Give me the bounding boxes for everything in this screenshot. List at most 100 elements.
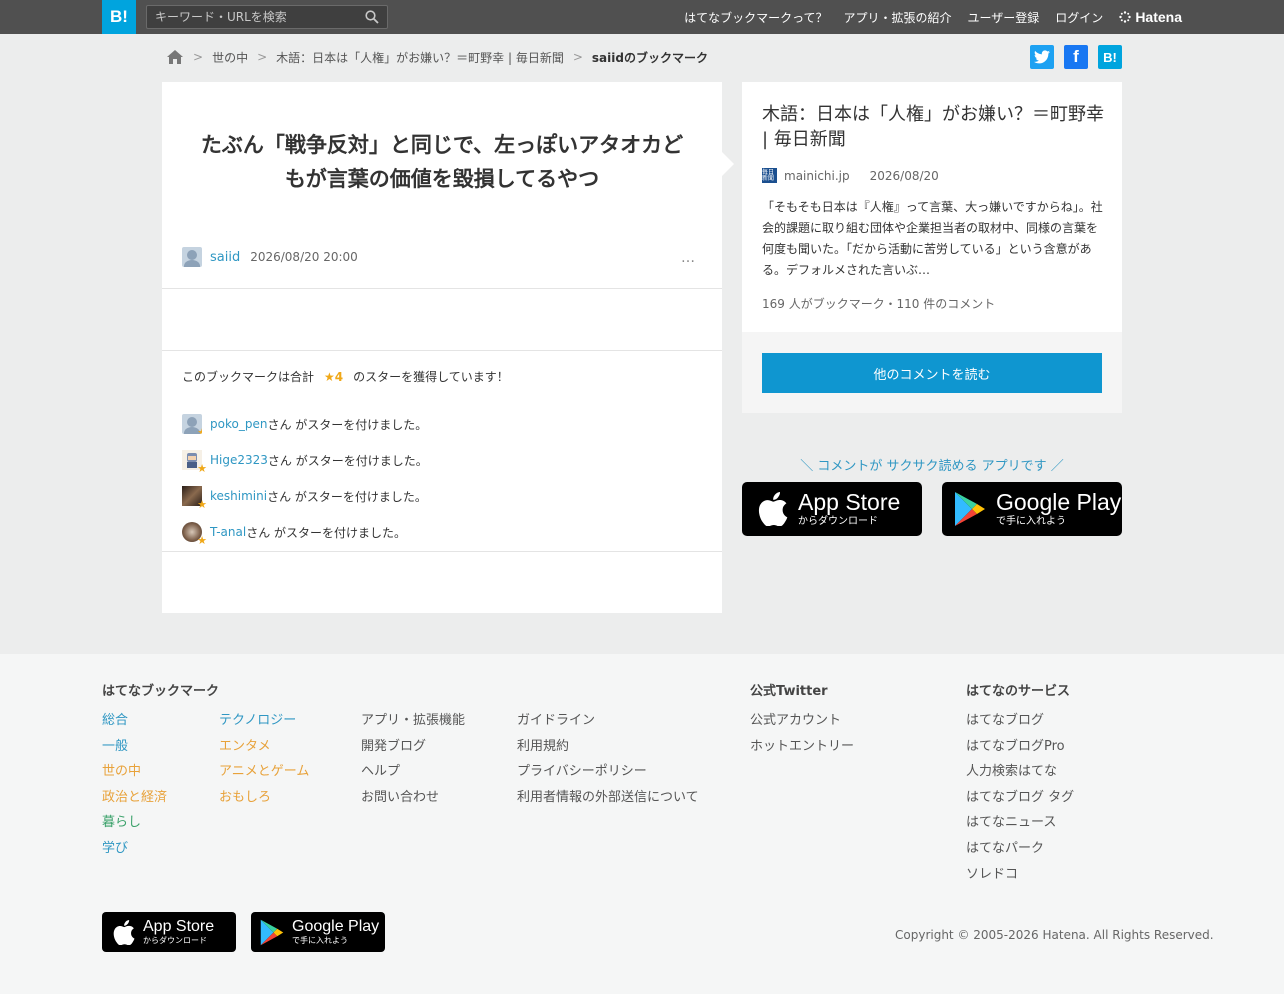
footer-link[interactable]: ホットエントリー	[750, 737, 854, 763]
footer-bookmark-col3: アプリ・拡張機能 開発ブログ ヘルプ お問い合わせ	[361, 711, 465, 813]
footer-category-link[interactable]: テクノロジー	[219, 711, 309, 737]
footer-link[interactable]: 利用者情報の外部送信について	[517, 788, 699, 814]
nav-about[interactable]: はてなブックマークって？	[684, 9, 827, 26]
apple-icon	[113, 919, 135, 945]
search-box	[146, 5, 388, 29]
search-icon[interactable]	[365, 10, 379, 24]
footer-category-link[interactable]: 学び	[102, 839, 219, 865]
googleplay-title: Google Play	[292, 918, 380, 935]
footer-category-link[interactable]: 政治と経済	[102, 788, 219, 814]
google-play-icon	[260, 919, 284, 945]
hatena-share-button[interactable]: B!	[1098, 45, 1122, 69]
nav-signup[interactable]: ユーザー登録	[968, 9, 1040, 26]
breadcrumb-category[interactable]: 世の中	[212, 49, 248, 66]
entry-info: 木語：日本は「人権」がお嫌い？＝町野幸 | 毎日新聞 毎日新聞 mainichi…	[742, 82, 1122, 332]
star-username[interactable]: poko_pen	[210, 417, 267, 431]
googleplay-title: Google Play	[996, 489, 1122, 515]
more-options-icon[interactable]: …	[681, 250, 696, 266]
hatena-bookmark-logo[interactable]: B!	[102, 0, 136, 34]
footer-category-link[interactable]: エンタメ	[219, 737, 309, 763]
home-icon[interactable]	[166, 49, 184, 65]
footer-category-link[interactable]: 世の中	[102, 762, 219, 788]
star-user-avatar[interactable]: ★	[182, 450, 207, 475]
footer-app-store-badge[interactable]: App Store からダウンロード	[102, 912, 236, 952]
facebook-share-button[interactable]: f	[1064, 45, 1088, 69]
header-nav: はてなブックマークって？ アプリ・拡張の紹介 ユーザー登録 ログイン Haten…	[668, 0, 1182, 34]
entry-stats[interactable]: 169 人がブックマーク・110 件のコメント	[762, 295, 995, 312]
stars-prefix: このブックマークは合計	[182, 370, 315, 384]
appstore-title: App Store	[143, 918, 215, 935]
footer-category-link[interactable]: 総合	[102, 711, 219, 737]
bookmark-datetime[interactable]: 2026/08/20 20:00	[250, 250, 358, 264]
star-user-avatar[interactable]: ★	[182, 486, 207, 511]
googleplay-subtitle: で手に入れよう	[996, 516, 1066, 527]
google-play-badge[interactable]: Google Play で手に入れよう	[942, 482, 1122, 536]
footer-bookmark-col1: はてなブックマーク 総合 一般 世の中 政治と経済 暮らし 学び	[102, 680, 219, 865]
footer-services-heading: はてなのサービス	[966, 684, 1071, 699]
entry-description: 「そもそも日本は『人権』って言葉、大っ嫌いですからね」。社会的課題に取り組む団体…	[762, 200, 1103, 277]
star-username[interactable]: Hige2323	[210, 453, 268, 467]
footer-link[interactable]: 開発ブログ	[361, 737, 465, 763]
footer-link[interactable]: ガイドライン	[517, 711, 699, 737]
star-user-avatar[interactable]: ★	[182, 522, 207, 547]
nav-login[interactable]: ログイン	[1055, 9, 1103, 26]
star-item: ★ T-anal さん がスターを付けました。	[182, 514, 428, 550]
footer-link[interactable]: ソレドコ	[966, 865, 1074, 891]
divider	[162, 350, 722, 351]
app-store-badge[interactable]: App Store からダウンロード	[742, 482, 922, 536]
footer-link[interactable]: はてなパーク	[966, 839, 1074, 865]
read-comments-button[interactable]: 他のコメントを読む	[762, 353, 1102, 393]
star-list: ★ poko_pen さん がスターを付けました。 ★ Hige2323 さん …	[182, 406, 428, 550]
appstore-title: App Store	[798, 489, 901, 515]
bookmark-username[interactable]: saiid	[210, 250, 240, 265]
footer-services-col: はてなのサービス はてなブログ はてなブログPro 人力検索はてな はてなブログ…	[966, 680, 1074, 890]
divider	[162, 551, 722, 552]
footer-category-link[interactable]: 暮らし	[102, 813, 219, 839]
footer-link[interactable]: アプリ・拡張機能	[361, 711, 465, 737]
entry-meta: 毎日新聞 mainichi.jp 2026/08/20	[762, 168, 939, 183]
footer-google-play-badge[interactable]: Google Play で手に入れよう	[251, 912, 385, 952]
entry-date: 2026/08/20	[869, 168, 939, 183]
star-item: ★ Hige2323 さん がスターを付けました。	[182, 442, 428, 478]
footer-link[interactable]: プライバシーポリシー	[517, 762, 699, 788]
share-buttons: f B!	[1020, 45, 1122, 69]
entry-domain[interactable]: mainichi.jp	[784, 169, 850, 183]
footer: はてなブックマーク 総合 一般 世の中 政治と経済 暮らし 学び テクノロジー …	[0, 654, 1284, 994]
footer-link[interactable]: お問い合わせ	[361, 788, 465, 814]
googleplay-subtitle: で手に入れよう	[292, 936, 348, 945]
star-username[interactable]: T-anal	[210, 525, 246, 539]
stars-summary: このブックマークは合計 ★4 のスターを獲得しています！	[182, 368, 509, 385]
top-header: B! はてなブックマークって？ アプリ・拡張の紹介 ユーザー登録 ログイン Ha…	[0, 0, 1284, 34]
footer-link[interactable]: 利用規約	[517, 737, 699, 763]
footer-link[interactable]: はてなブログ	[966, 711, 1074, 737]
footer-category-link[interactable]: おもしろ	[219, 788, 309, 814]
footer-bookmark-heading: はてなブックマーク	[102, 684, 220, 699]
star-user-avatar[interactable]: ★	[182, 414, 202, 434]
footer-link[interactable]: ヘルプ	[361, 762, 465, 788]
footer-category-link[interactable]: アニメとゲーム	[219, 762, 309, 788]
chevron-right-icon: >	[572, 50, 583, 64]
twitter-share-button[interactable]	[1030, 45, 1054, 69]
nav-apps[interactable]: アプリ・拡張の紹介	[844, 9, 952, 26]
footer-twitter-heading: 公式Twitter	[750, 684, 828, 699]
footer-link[interactable]: はてなニュース	[966, 813, 1074, 839]
footer-link[interactable]: 公式アカウント	[750, 711, 854, 737]
hatena-logo[interactable]: Hatena	[1119, 9, 1182, 25]
hatena-logo-text: Hatena	[1135, 9, 1182, 25]
search-input[interactable]	[147, 6, 357, 28]
footer-link[interactable]: 人力検索はてな	[966, 762, 1074, 788]
bookmark-user-row: saiid 2026/08/20 20:00 …	[182, 246, 702, 268]
star-icon: ★	[197, 462, 207, 475]
footer-link[interactable]: はてなブログ タグ	[966, 788, 1074, 814]
star-icon: ★	[197, 498, 207, 511]
star-action-text: さん がスターを付けました。	[267, 453, 428, 468]
stars-suffix: のスターを獲得しています！	[353, 370, 509, 384]
footer-link[interactable]: はてなブログPro	[966, 737, 1074, 763]
card-pointer	[722, 152, 734, 176]
star-username[interactable]: keshimini	[210, 489, 267, 503]
breadcrumb-entry[interactable]: 木語：日本は「人権」がお嫌い？＝町野幸 | 毎日新聞	[276, 49, 564, 66]
footer-category-link[interactable]: 一般	[102, 737, 219, 763]
entry-title[interactable]: 木語：日本は「人権」がお嫌い？＝町野幸 | 毎日新聞	[762, 102, 1107, 152]
user-avatar[interactable]	[182, 247, 202, 267]
chevron-right-icon: >	[193, 50, 204, 64]
